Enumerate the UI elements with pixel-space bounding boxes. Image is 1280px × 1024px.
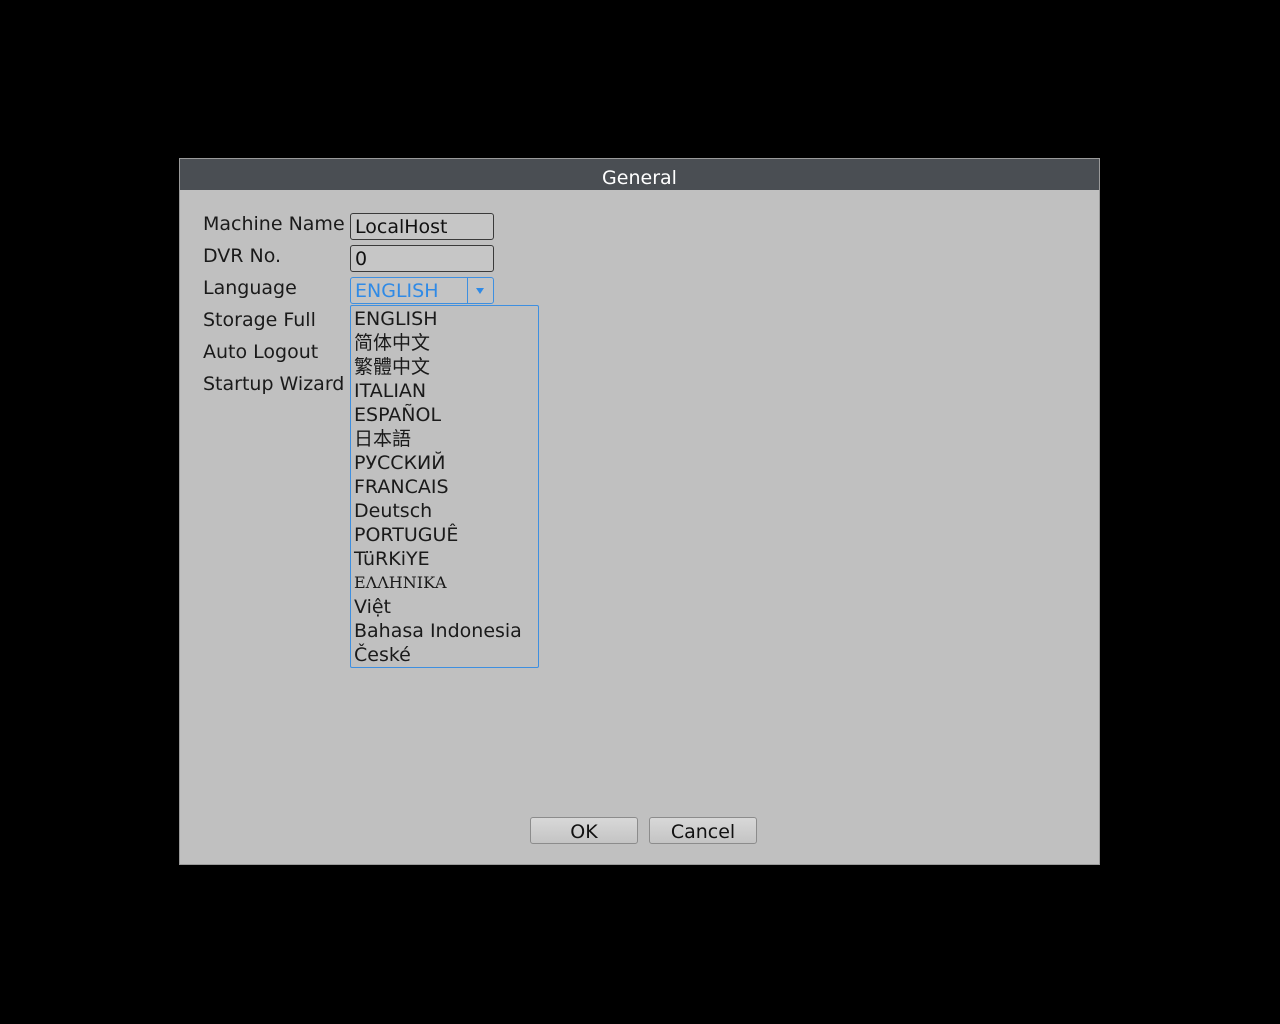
language-option-czech[interactable]: České — [351, 643, 538, 667]
dvr-no-label: DVR No. — [203, 245, 282, 267]
auto-logout-label: Auto Logout — [203, 341, 319, 363]
language-option-vietnamese[interactable]: Việt — [351, 595, 538, 619]
dvr-no-input[interactable]: 0 — [350, 245, 494, 272]
general-dialog: General Machine Name LocalHost DVR No. 0… — [179, 158, 1100, 865]
machine-name-label: Machine Name — [203, 213, 345, 235]
machine-name-input[interactable]: LocalHost — [350, 213, 494, 240]
cancel-button[interactable]: Cancel — [649, 817, 757, 844]
language-option-english[interactable]: ENGLISH — [351, 307, 538, 331]
language-select-value: ENGLISH — [355, 280, 439, 302]
language-option-greek[interactable]: ΕΛΛΗΝΙΚΑ — [351, 571, 538, 595]
language-option-spanish[interactable]: ESPAÑOL — [351, 403, 538, 427]
language-option-italian[interactable]: ITALIAN — [351, 379, 538, 403]
language-option-turkish[interactable]: TüRKiYE — [351, 547, 538, 571]
storage-full-label: Storage Full — [203, 309, 316, 331]
language-option-portuguese[interactable]: PORTUGUÊ — [351, 523, 538, 547]
chevron-down-icon[interactable] — [467, 278, 493, 303]
language-label: Language — [203, 277, 297, 299]
startup-wizard-label: Startup Wizard — [203, 373, 345, 395]
language-option-indonesian[interactable]: Bahasa Indonesia — [351, 619, 538, 643]
language-dropdown-list: ENGLISH 简体中文 繁體中文 ITALIAN ESPAÑOL 日本語 РУ… — [350, 305, 539, 668]
ok-button[interactable]: OK — [530, 817, 638, 844]
language-option-traditional-chinese[interactable]: 繁體中文 — [351, 355, 538, 379]
language-option-japanese[interactable]: 日本語 — [351, 427, 538, 451]
language-option-german[interactable]: Deutsch — [351, 499, 538, 523]
language-option-russian[interactable]: РУССКИЙ — [351, 451, 538, 475]
language-select[interactable]: ENGLISH — [350, 277, 494, 304]
dialog-title: General — [180, 159, 1099, 190]
language-option-simplified-chinese[interactable]: 简体中文 — [351, 331, 538, 355]
language-option-french[interactable]: FRANCAIS — [351, 475, 538, 499]
